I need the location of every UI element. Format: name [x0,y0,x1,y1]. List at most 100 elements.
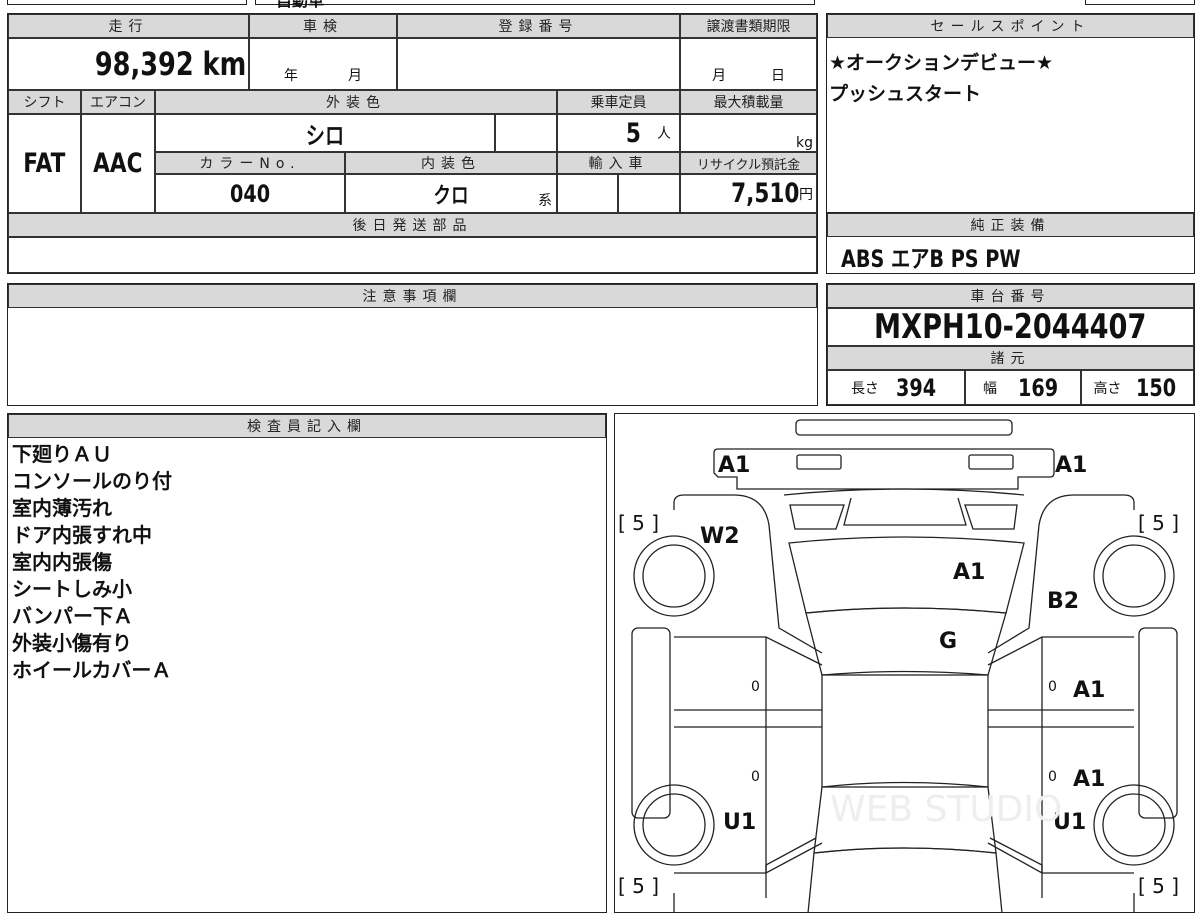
shift-cell: FAT [8,114,81,213]
length-value: 394 [895,373,937,402]
recycle-header: リサイクル預託金 [680,152,817,174]
mileage-number: 98,392 [94,45,194,83]
parts-header: 後日発送部品 [8,213,817,237]
exterior-header: 外装色 [155,90,557,114]
mark-front-left: A1 [718,453,751,478]
import-header: 輸入車 [557,152,680,174]
width-cell: 幅 169 [965,370,1081,405]
recycle-unit: 円 [799,186,813,203]
capacity-unit: 人 [657,126,671,142]
caution-box: 注意事項欄 [7,283,818,406]
ac-value: AAC [93,148,143,179]
watermark: WEB STUDIO [830,789,1063,830]
sales-line: プッシュスタート [829,83,982,105]
length-label: 長さ [850,380,879,397]
transfer-header: 譲渡書類期限 [680,14,817,38]
mark-small: 0 [751,769,760,785]
recycle-value: 7,510 [730,178,799,209]
month-label: 月 [348,68,362,84]
day-label: 日 [771,68,785,84]
height-label: 高さ [1093,380,1122,397]
capacity-header: 乗車定員 [557,90,680,114]
note-item: 室内薄汚れ [12,496,112,520]
exterior-cell: シロ [155,114,495,152]
mileage-unit: km [202,45,246,83]
exterior-value: シロ [305,121,345,150]
sales-points-box: セールスポイント ★オークションデビュー★ プッシュスタート [826,13,1195,213]
sales-line: ★オークションデビュー★ [829,52,1054,74]
exterior-extra-cell [495,114,557,152]
interior-suffix: 系 [538,193,552,209]
load-cell: kg [680,114,817,152]
mark-door-rear-right: A1 [1073,767,1106,792]
chassis-cell: MXPH10-2044407 [827,307,1194,347]
color-no-header: カラーNo. [155,152,345,174]
height-cell: 高さ 150 [1081,370,1194,405]
note-item: コンソールのり付 [12,469,172,493]
inspection-cell: 年月 [249,38,397,90]
chassis-number: MXPH10-2044407 [874,307,1147,347]
car-outline-icon [631,419,1178,913]
ac-cell: AAC [81,114,155,213]
length-cell: 長さ 394 [827,370,965,405]
note-item: バンパー下Ａ [12,604,133,628]
top-cut-cell [1085,0,1195,5]
tire-rear-left: [ 5 ] [618,874,660,898]
inspector-header: 検査員記入欄 [8,414,606,438]
registration-header: 登録番号 [397,14,680,38]
note-item: ホイールカバーＡ [12,658,172,682]
note-item: 室内内張傷 [12,550,112,574]
color-no-value: 040 [229,179,271,208]
mileage-header: 走行 [8,14,249,38]
mark-door-front-right: A1 [1073,678,1106,703]
recycle-cell: 7,510 円 [680,174,817,213]
interior-header: 内装色 [345,152,557,174]
tire-front-right: [ 5 ] [1138,511,1180,535]
year-label: 年 [284,68,298,84]
note-item: ドア内張すれ中 [12,523,152,547]
mark-fender-right: B2 [1047,589,1080,614]
top-cut-cell: 自動車 [255,0,815,10]
chassis-box: 車台番号 MXPH10-2044407 諸元 長さ 394 幅 169 高さ 150 [826,283,1195,406]
width-value: 169 [1017,373,1059,402]
equipment-box: 純正装備 ABS エアB PS PW [826,212,1195,274]
color-no-cell: 040 [155,174,345,213]
note-item: 下廻りＡＵ [12,442,112,466]
mark-windshield: G [939,629,958,654]
mark-small: 0 [751,679,760,695]
import-cell-b [618,174,680,213]
top-cut-text: 自動車 [276,0,325,10]
capacity-value: 5 [626,117,642,149]
mark-front-right: A1 [1055,453,1088,478]
damage-diagram: A1 A1 W2 A1 B2 G A1 A1 U1 U1 0 0 0 0 [ 5… [614,413,1195,913]
transfer-cell: 月日 [680,38,817,90]
sales-points-header: セールスポイント [827,14,1194,38]
top-cut-cell [7,0,247,5]
vehicle-info-table: 走行 車検 登録番号 譲渡書類期限 98,392 km 年月 月日 シフト エア… [7,13,818,274]
note-item: シートしみ小 [12,577,132,601]
mileage-value: 98,392 km [95,45,246,83]
ac-header: エアコン [81,90,155,114]
mark-small: 0 [1048,769,1057,785]
inspection-header: 車検 [249,14,397,38]
mileage-cell: 98,392 km [8,38,249,90]
month-label: 月 [712,68,726,84]
mark-quarter-left: U1 [723,810,757,835]
capacity-cell: 5人 [557,114,680,152]
inspector-box: 検査員記入欄 下廻りＡＵ コンソールのり付 室内薄汚れ ドア内張すれ中 室内内張… [7,413,607,913]
import-cell-a [557,174,618,213]
registration-cell [397,38,680,90]
mark-small: 0 [1048,679,1057,695]
spec-header: 諸元 [827,346,1194,370]
tire-front-left: [ 5 ] [618,511,660,535]
mark-fender-left: W2 [700,524,740,549]
mark-hood: A1 [953,560,986,585]
height-value: 150 [1136,373,1177,402]
load-header: 最大積載量 [680,90,817,114]
interior-value: クロ [433,183,469,209]
shift-header: シフト [8,90,81,114]
note-item: 外装小傷有り [12,631,132,655]
sales-points-text: ★オークションデビュー★ プッシュスタート [829,48,1053,110]
chassis-header: 車台番号 [827,284,1194,308]
shift-value: FAT [23,148,66,179]
